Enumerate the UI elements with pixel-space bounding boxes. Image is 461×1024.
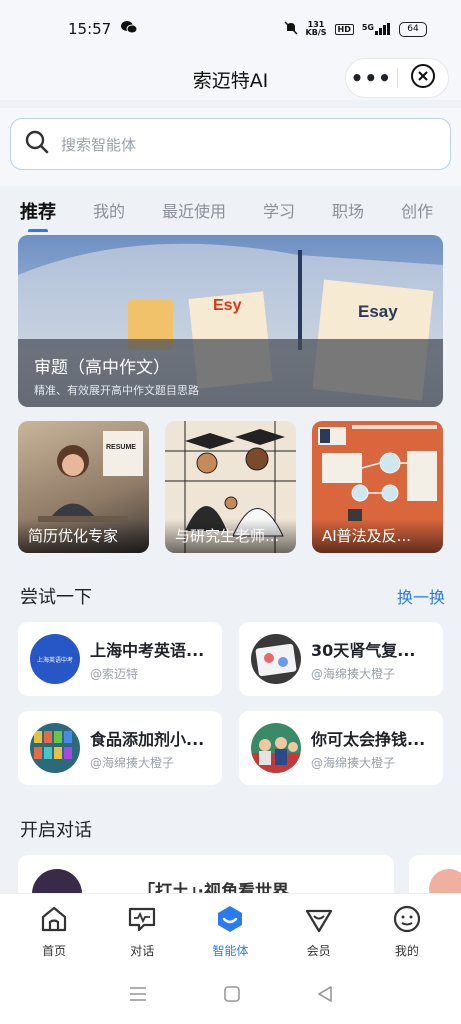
search-placeholder: 搜索智能体: [61, 135, 137, 154]
title-bar: 索迈特AI •••: [0, 58, 461, 100]
menu-icon[interactable]: [129, 986, 147, 1006]
tab-recent[interactable]: 最近使用: [162, 198, 226, 232]
feature-card-label: 与研究生老师...: [165, 519, 296, 553]
banner-title: 审题（高中作文）: [34, 358, 170, 378]
tab-study[interactable]: 学习: [263, 198, 295, 232]
nav-home[interactable]: 首页: [19, 904, 89, 959]
search-input[interactable]: 搜索智能体: [10, 118, 451, 170]
feature-card-graduate[interactable]: 与研究生老师...: [165, 421, 296, 553]
try-section-header: 尝试一下 换一换: [20, 583, 445, 609]
agent-card[interactable]: 食品添加剂小... @海绵揍大橙子: [18, 711, 222, 785]
back-triangle-icon[interactable]: [317, 986, 333, 1006]
refresh-link[interactable]: 换一换: [397, 584, 445, 608]
banner-caption: 审题（高中作文） 精准、有效展开高中作文题目思路: [18, 339, 443, 407]
battery-indicator: 64: [399, 21, 427, 37]
agent-author: @海绵揍大橙子: [311, 755, 396, 770]
nav-agent[interactable]: 智能体: [195, 904, 265, 959]
agent-avatar: 上海英语中考: [30, 634, 80, 684]
tab-creation[interactable]: 创作: [401, 198, 433, 232]
home-square-icon[interactable]: [223, 986, 240, 1006]
miniapp-capsule: •••: [345, 58, 449, 98]
signal-icon: 5G: [362, 23, 391, 35]
svg-text:Esy: Esy: [213, 297, 242, 314]
agent-icon: [215, 904, 245, 938]
avatar-text: 上海英语中考: [36, 656, 73, 664]
home-icon: [39, 904, 69, 938]
chat-card[interactable]: [409, 855, 461, 909]
agent-name: 上海中考英语...: [90, 640, 205, 660]
featured-banner[interactable]: Esy Esay 审题（高中作文） 精准、有效展开高中作文题目思路: [18, 235, 443, 407]
page-title: 索迈特AI: [192, 69, 269, 92]
tab-recommended[interactable]: 推荐: [20, 198, 56, 232]
agent-name: 你可太会挣钱...: [311, 729, 426, 749]
chat-section-header: 开启对话: [20, 816, 445, 842]
nav-chat[interactable]: 对话: [107, 904, 177, 959]
feature-card-label: AI普法及反...: [312, 519, 443, 553]
nav-label: 智能体: [212, 943, 249, 958]
agent-author: @海绵揍大橙子: [90, 755, 175, 770]
section-title: 开启对话: [20, 820, 92, 841]
profile-icon: [392, 904, 422, 938]
agent-card[interactable]: 上海英语中考 上海中考英语... @索迈特: [18, 622, 222, 696]
banner-subtitle: 精准、有效展开高中作文题目思路: [34, 384, 199, 397]
feature-card-law[interactable]: AI普法及反...: [312, 421, 443, 553]
more-button[interactable]: •••: [346, 58, 397, 98]
tab-mine[interactable]: 我的: [93, 198, 125, 232]
chat-card[interactable]: 「打土」·视角看世界: [18, 855, 394, 895]
hd-badge: HD: [334, 23, 354, 35]
wechat-icon: [121, 20, 138, 38]
system-nav-bar: [0, 968, 461, 1024]
section-title: 尝试一下: [20, 587, 92, 608]
chat-card-avatar: [32, 869, 82, 895]
agent-avatar: [251, 723, 301, 773]
vip-icon: [304, 904, 334, 938]
mute-bell-icon: [284, 20, 298, 38]
search-icon: [25, 130, 49, 158]
agent-author: @索迈特: [90, 666, 139, 681]
agent-avatar: [251, 634, 301, 684]
status-bar: 15:57 131 KB/S HD 5G 64: [0, 0, 461, 58]
search-area: 搜索智能体: [0, 108, 461, 186]
status-time: 15:57: [68, 20, 112, 38]
agent-author: @海绵揍大橙子: [311, 666, 396, 681]
svg-text:Esay: Esay: [358, 302, 398, 321]
category-tabs: 推荐 我的 最近使用 学习 职场 创作: [20, 198, 461, 232]
net-speed: 131 KB/S: [305, 20, 327, 37]
nav-label: 会员: [306, 943, 331, 958]
feature-cards: RESUME 简历优化专家 与研究生老师... AI普法及反...: [18, 421, 443, 553]
agent-avatar: [30, 723, 80, 773]
tab-workplace[interactable]: 职场: [332, 198, 364, 232]
nav-vip[interactable]: 会员: [284, 904, 354, 959]
close-button[interactable]: [397, 58, 448, 98]
agent-card[interactable]: 你可太会挣钱... @海绵揍大橙子: [239, 711, 443, 785]
bottom-nav: 首页 对话 智能体 会员 我的: [0, 893, 461, 968]
svg-text:RESUME: RESUME: [106, 444, 136, 451]
agent-name: 食品添加剂小...: [90, 729, 205, 749]
agent-grid: 上海英语中考 上海中考英语... @索迈特 30天肾气复... @海绵揍大橙子: [18, 622, 443, 785]
feature-card-label: 简历优化专家: [18, 519, 149, 553]
chat-icon: [127, 904, 157, 938]
nav-profile[interactable]: 我的: [372, 904, 442, 959]
agent-card[interactable]: 30天肾气复... @海绵揍大橙子: [239, 622, 443, 696]
nav-label: 首页: [42, 943, 67, 958]
close-icon: [410, 63, 436, 93]
nav-label: 我的: [394, 943, 419, 958]
agent-name: 30天肾气复...: [311, 640, 416, 660]
feature-card-resume[interactable]: RESUME 简历优化专家: [18, 421, 149, 553]
nav-label: 对话: [130, 943, 155, 958]
